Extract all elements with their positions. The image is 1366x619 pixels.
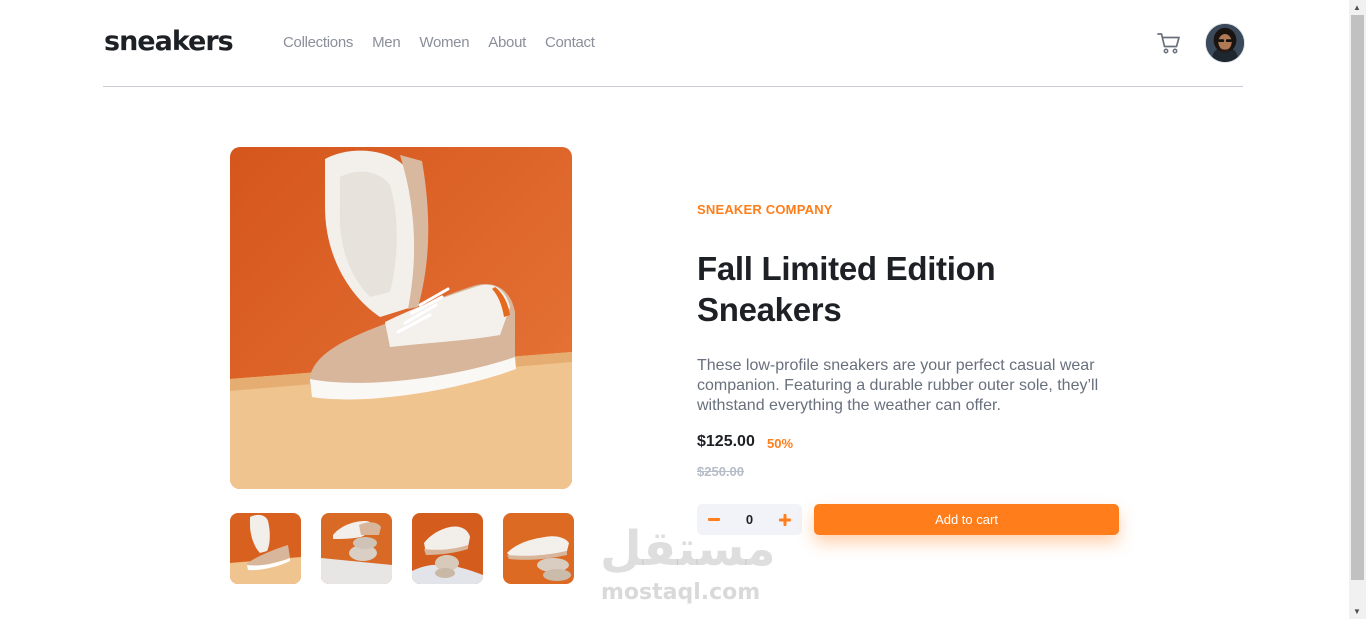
vertical-scrollbar[interactable]: ▲ ▼ — [1349, 0, 1366, 619]
sneaker-photo — [230, 147, 572, 489]
scroll-down-icon[interactable]: ▼ — [1353, 607, 1361, 616]
add-to-cart-button[interactable]: Add to cart — [814, 504, 1119, 535]
thumbnail-1[interactable] — [230, 513, 301, 584]
plus-icon — [779, 513, 791, 526]
nav-link-men[interactable]: Men — [372, 34, 401, 51]
thumbnail-2[interactable] — [321, 513, 392, 584]
company-label: SNEAKER COMPANY — [697, 202, 833, 217]
main-nav: Collections Men Women About Contact — [283, 34, 595, 51]
thumbnail-image — [321, 513, 392, 584]
original-price: $250.00 — [697, 464, 744, 479]
nav-link-collections[interactable]: Collections — [283, 34, 353, 51]
scrollbar-thumb[interactable] — [1351, 15, 1364, 580]
nav-link-contact[interactable]: Contact — [545, 34, 595, 51]
thumbnail-4[interactable] — [503, 513, 574, 584]
product-description: These low-profile sneakers are your perf… — [697, 357, 1099, 414]
thumbnail-3[interactable] — [412, 513, 483, 584]
discount-badge: 50% — [767, 436, 794, 451]
scroll-up-icon[interactable]: ▲ — [1353, 3, 1361, 12]
product-title: Fall Limited Edition Sneakers — [697, 250, 996, 328]
current-price: $125.00 — [697, 433, 755, 450]
user-avatar[interactable] — [1205, 23, 1245, 63]
watermark-arabic: مستقل — [600, 521, 776, 577]
cart-button[interactable] — [1157, 32, 1181, 54]
thumbnail-strip — [230, 513, 574, 584]
site-logo[interactable]: sneakers — [104, 26, 234, 57]
avatar-image — [1206, 24, 1244, 62]
nav-link-about[interactable]: About — [488, 34, 526, 51]
watermark-latin: mostaql.com — [601, 580, 761, 605]
thumbnail-image — [412, 513, 483, 584]
product-main-image[interactable] — [230, 147, 572, 489]
site-header: sneakers Collections Men Women About Con… — [103, 0, 1245, 87]
thumbnail-image — [503, 513, 574, 584]
cart-icon — [1157, 33, 1180, 54]
thumbnail-image — [230, 513, 301, 584]
nav-link-women[interactable]: Women — [419, 34, 469, 51]
